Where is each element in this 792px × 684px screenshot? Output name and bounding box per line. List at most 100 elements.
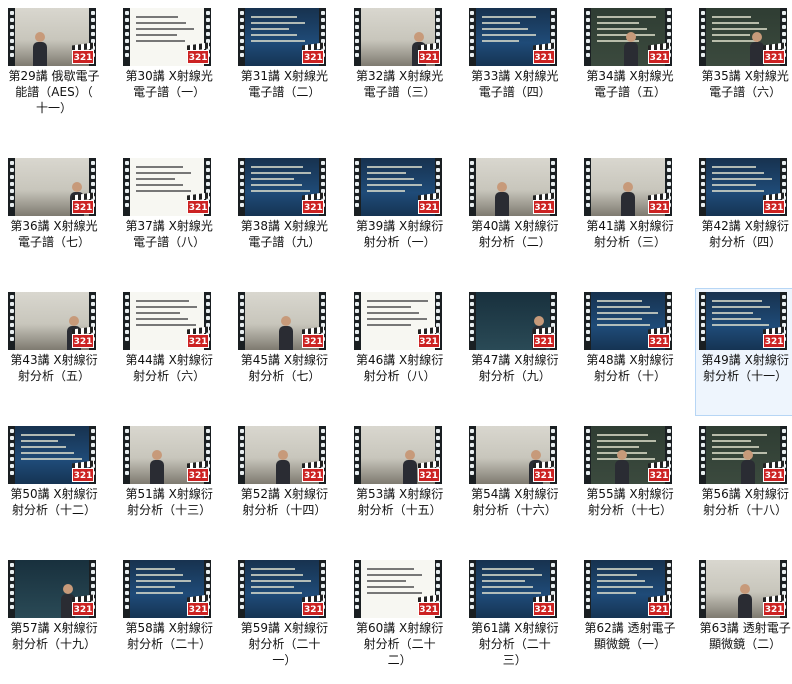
video-title: 第62講 透射電子 顯微鏡（一） (584, 621, 676, 651)
film-strip (8, 560, 15, 618)
video-item[interactable]: 321 第47講 X射線衍 射分析（九） (465, 288, 571, 416)
video-thumbnail[interactable]: 321 (584, 560, 672, 618)
video-thumbnail[interactable]: 321 (468, 560, 557, 618)
video-item[interactable]: 321 第53講 X射線衍 射分析（十五） (350, 422, 456, 550)
video-title: 第55講 X射線衍 射分析（十七） (586, 487, 674, 517)
video-title: 第53講 X射線衍 射分析（十五） (355, 487, 444, 517)
video-thumbnail[interactable]: 321 (584, 292, 672, 350)
video-item[interactable]: 321 第46講 X射線衍 射分析（八） (350, 288, 456, 416)
video-item[interactable]: 321 第45講 X射線衍 射分析（七） (234, 288, 340, 416)
video-thumbnail[interactable]: 321 (238, 8, 327, 66)
video-item[interactable]: 321 第54講 X射線衍 射分析（十六） (465, 422, 571, 550)
video-item[interactable]: 321 第60講 X射線衍 射分析（二十 二） (350, 556, 456, 684)
video-thumbnail[interactable]: 321 (468, 292, 557, 350)
video-item[interactable]: 321 第63講 透射電子 顯微鏡（二） (695, 556, 792, 684)
player-logo-icon: 321 (302, 42, 325, 64)
video-thumbnail[interactable]: 321 (8, 8, 96, 66)
video-thumbnail[interactable]: 321 (123, 292, 212, 350)
film-strip (353, 426, 361, 484)
lecturer-figure (276, 450, 291, 484)
badge-label: 321 (532, 334, 555, 348)
video-item[interactable]: 321 第44講 X射線衍 射分析（六） (119, 288, 225, 416)
video-thumbnail[interactable]: 321 (584, 426, 672, 484)
player-logo-icon: 321 (763, 460, 786, 482)
video-thumbnail[interactable]: 321 (238, 426, 327, 484)
lecturer-figure (494, 182, 509, 216)
video-item[interactable]: 321 第30講 X射線光 電子譜（一） (119, 4, 225, 132)
video-thumbnail[interactable]: 321 (8, 158, 96, 216)
video-item[interactable]: 321 第36講 X射線光 電子譜（七） (4, 154, 110, 282)
video-item[interactable]: 321 第59講 X射線衍 射分析（二十 一） (234, 556, 340, 684)
player-logo-icon: 321 (417, 594, 440, 616)
video-item[interactable]: 321 第50講 X射線衍 射分析（十二） (4, 422, 110, 550)
video-item[interactable]: 321 第61講 X射線衍 射分析（二十 三） (465, 556, 571, 684)
video-item[interactable]: 321 第32講 X射線光 電子譜（三） (350, 4, 456, 132)
video-title: 第57講 X射線衍 射分析（十九） (10, 621, 98, 651)
video-thumbnail[interactable]: 321 (8, 560, 96, 618)
video-thumbnail[interactable]: 321 (8, 426, 96, 484)
video-thumbnail[interactable]: 321 (123, 560, 212, 618)
video-item[interactable]: 321 第35講 X射線光 電子譜（六） (695, 4, 792, 132)
video-thumbnail[interactable]: 321 (238, 560, 327, 618)
video-title: 第38講 X射線光 電子譜（九） (240, 219, 329, 249)
player-logo-icon: 321 (72, 326, 94, 348)
video-thumbnail[interactable]: 321 (353, 8, 442, 66)
video-item[interactable]: 321 第49講 X射線衍 射分析（十一） (695, 288, 792, 416)
film-strip (584, 158, 591, 216)
video-item[interactable]: 321 第57講 X射線衍 射分析（十九） (4, 556, 110, 684)
film-strip (238, 8, 246, 66)
video-thumbnail[interactable]: 321 (699, 560, 788, 618)
player-logo-icon: 321 (532, 192, 555, 214)
video-item[interactable]: 321 第51講 X射線衍 射分析（十三） (119, 422, 225, 550)
video-item[interactable]: 321 第58講 X射線衍 射分析（二十） (119, 556, 225, 684)
video-thumbnail[interactable]: 321 (468, 8, 557, 66)
video-thumbnail[interactable]: 321 (584, 8, 672, 66)
film-strip (8, 426, 15, 484)
video-title: 第45講 X射線衍 射分析（七） (240, 353, 329, 383)
video-thumbnail[interactable]: 321 (468, 426, 557, 484)
player-logo-icon: 321 (302, 460, 325, 482)
video-thumbnail[interactable]: 321 (123, 158, 212, 216)
video-thumbnail[interactable]: 321 (123, 426, 212, 484)
video-thumbnail[interactable]: 321 (468, 158, 557, 216)
video-thumbnail[interactable]: 321 (123, 8, 212, 66)
video-item[interactable]: 321 第41講 X射線衍 射分析（三） (580, 154, 686, 282)
badge-label: 321 (763, 200, 786, 214)
badge-label: 321 (763, 602, 786, 616)
video-thumbnail[interactable]: 321 (699, 158, 788, 216)
video-thumbnail[interactable]: 321 (353, 426, 442, 484)
video-item[interactable]: 321 第62講 透射電子 顯微鏡（一） (580, 556, 686, 684)
video-item[interactable]: 321 第55講 X射線衍 射分析（十七） (580, 422, 686, 550)
video-thumbnail[interactable]: 321 (353, 560, 442, 618)
video-item[interactable]: 321 第43講 X射線衍 射分析（五） (4, 288, 110, 416)
film-strip (468, 158, 476, 216)
film-strip (8, 8, 15, 66)
video-item[interactable]: 321 第37講 X射線光 電子譜（八） (119, 154, 225, 282)
video-thumbnail[interactable]: 321 (699, 8, 788, 66)
player-logo-icon: 321 (417, 192, 440, 214)
video-item[interactable]: 321 第33講 X射線光 電子譜（四） (465, 4, 571, 132)
film-strip (584, 426, 591, 484)
video-item[interactable]: 321 第48講 X射線衍 射分析（十） (580, 288, 686, 416)
video-item[interactable]: 321 第31講 X射線光 電子譜（二） (234, 4, 340, 132)
lecturer-figure (621, 182, 635, 216)
video-item[interactable]: 321 第34講 X射線光 電子譜（五） (580, 4, 686, 132)
video-title: 第30講 X射線光 電子譜（一） (125, 69, 213, 99)
video-thumbnail[interactable]: 321 (353, 292, 442, 350)
video-thumbnail[interactable]: 321 (8, 292, 96, 350)
video-thumbnail[interactable]: 321 (584, 158, 672, 216)
video-item[interactable]: 321 第40講 X射線衍 射分析（二） (465, 154, 571, 282)
video-thumbnail[interactable]: 321 (699, 292, 788, 350)
video-item[interactable]: 321 第39講 X射線衍 射分析（一） (350, 154, 456, 282)
video-item[interactable]: 321 第29講 俄歇電子 能譜（AES）（ 十一） (4, 4, 110, 132)
video-item[interactable]: 321 第56講 X射線衍 射分析（十八） (695, 422, 792, 550)
video-item[interactable]: 321 第38講 X射線光 電子譜（九） (234, 154, 340, 282)
video-thumbnail[interactable]: 321 (699, 426, 788, 484)
video-title: 第58講 X射線衍 射分析（二十） (125, 621, 213, 651)
video-thumbnail[interactable]: 321 (353, 158, 442, 216)
video-item[interactable]: 321 第42講 X射線衍 射分析（四） (695, 154, 792, 282)
video-item[interactable]: 321 第52講 X射線衍 射分析（十四） (234, 422, 340, 550)
video-thumbnail[interactable]: 321 (238, 292, 327, 350)
film-strip (468, 426, 476, 484)
video-thumbnail[interactable]: 321 (238, 158, 327, 216)
